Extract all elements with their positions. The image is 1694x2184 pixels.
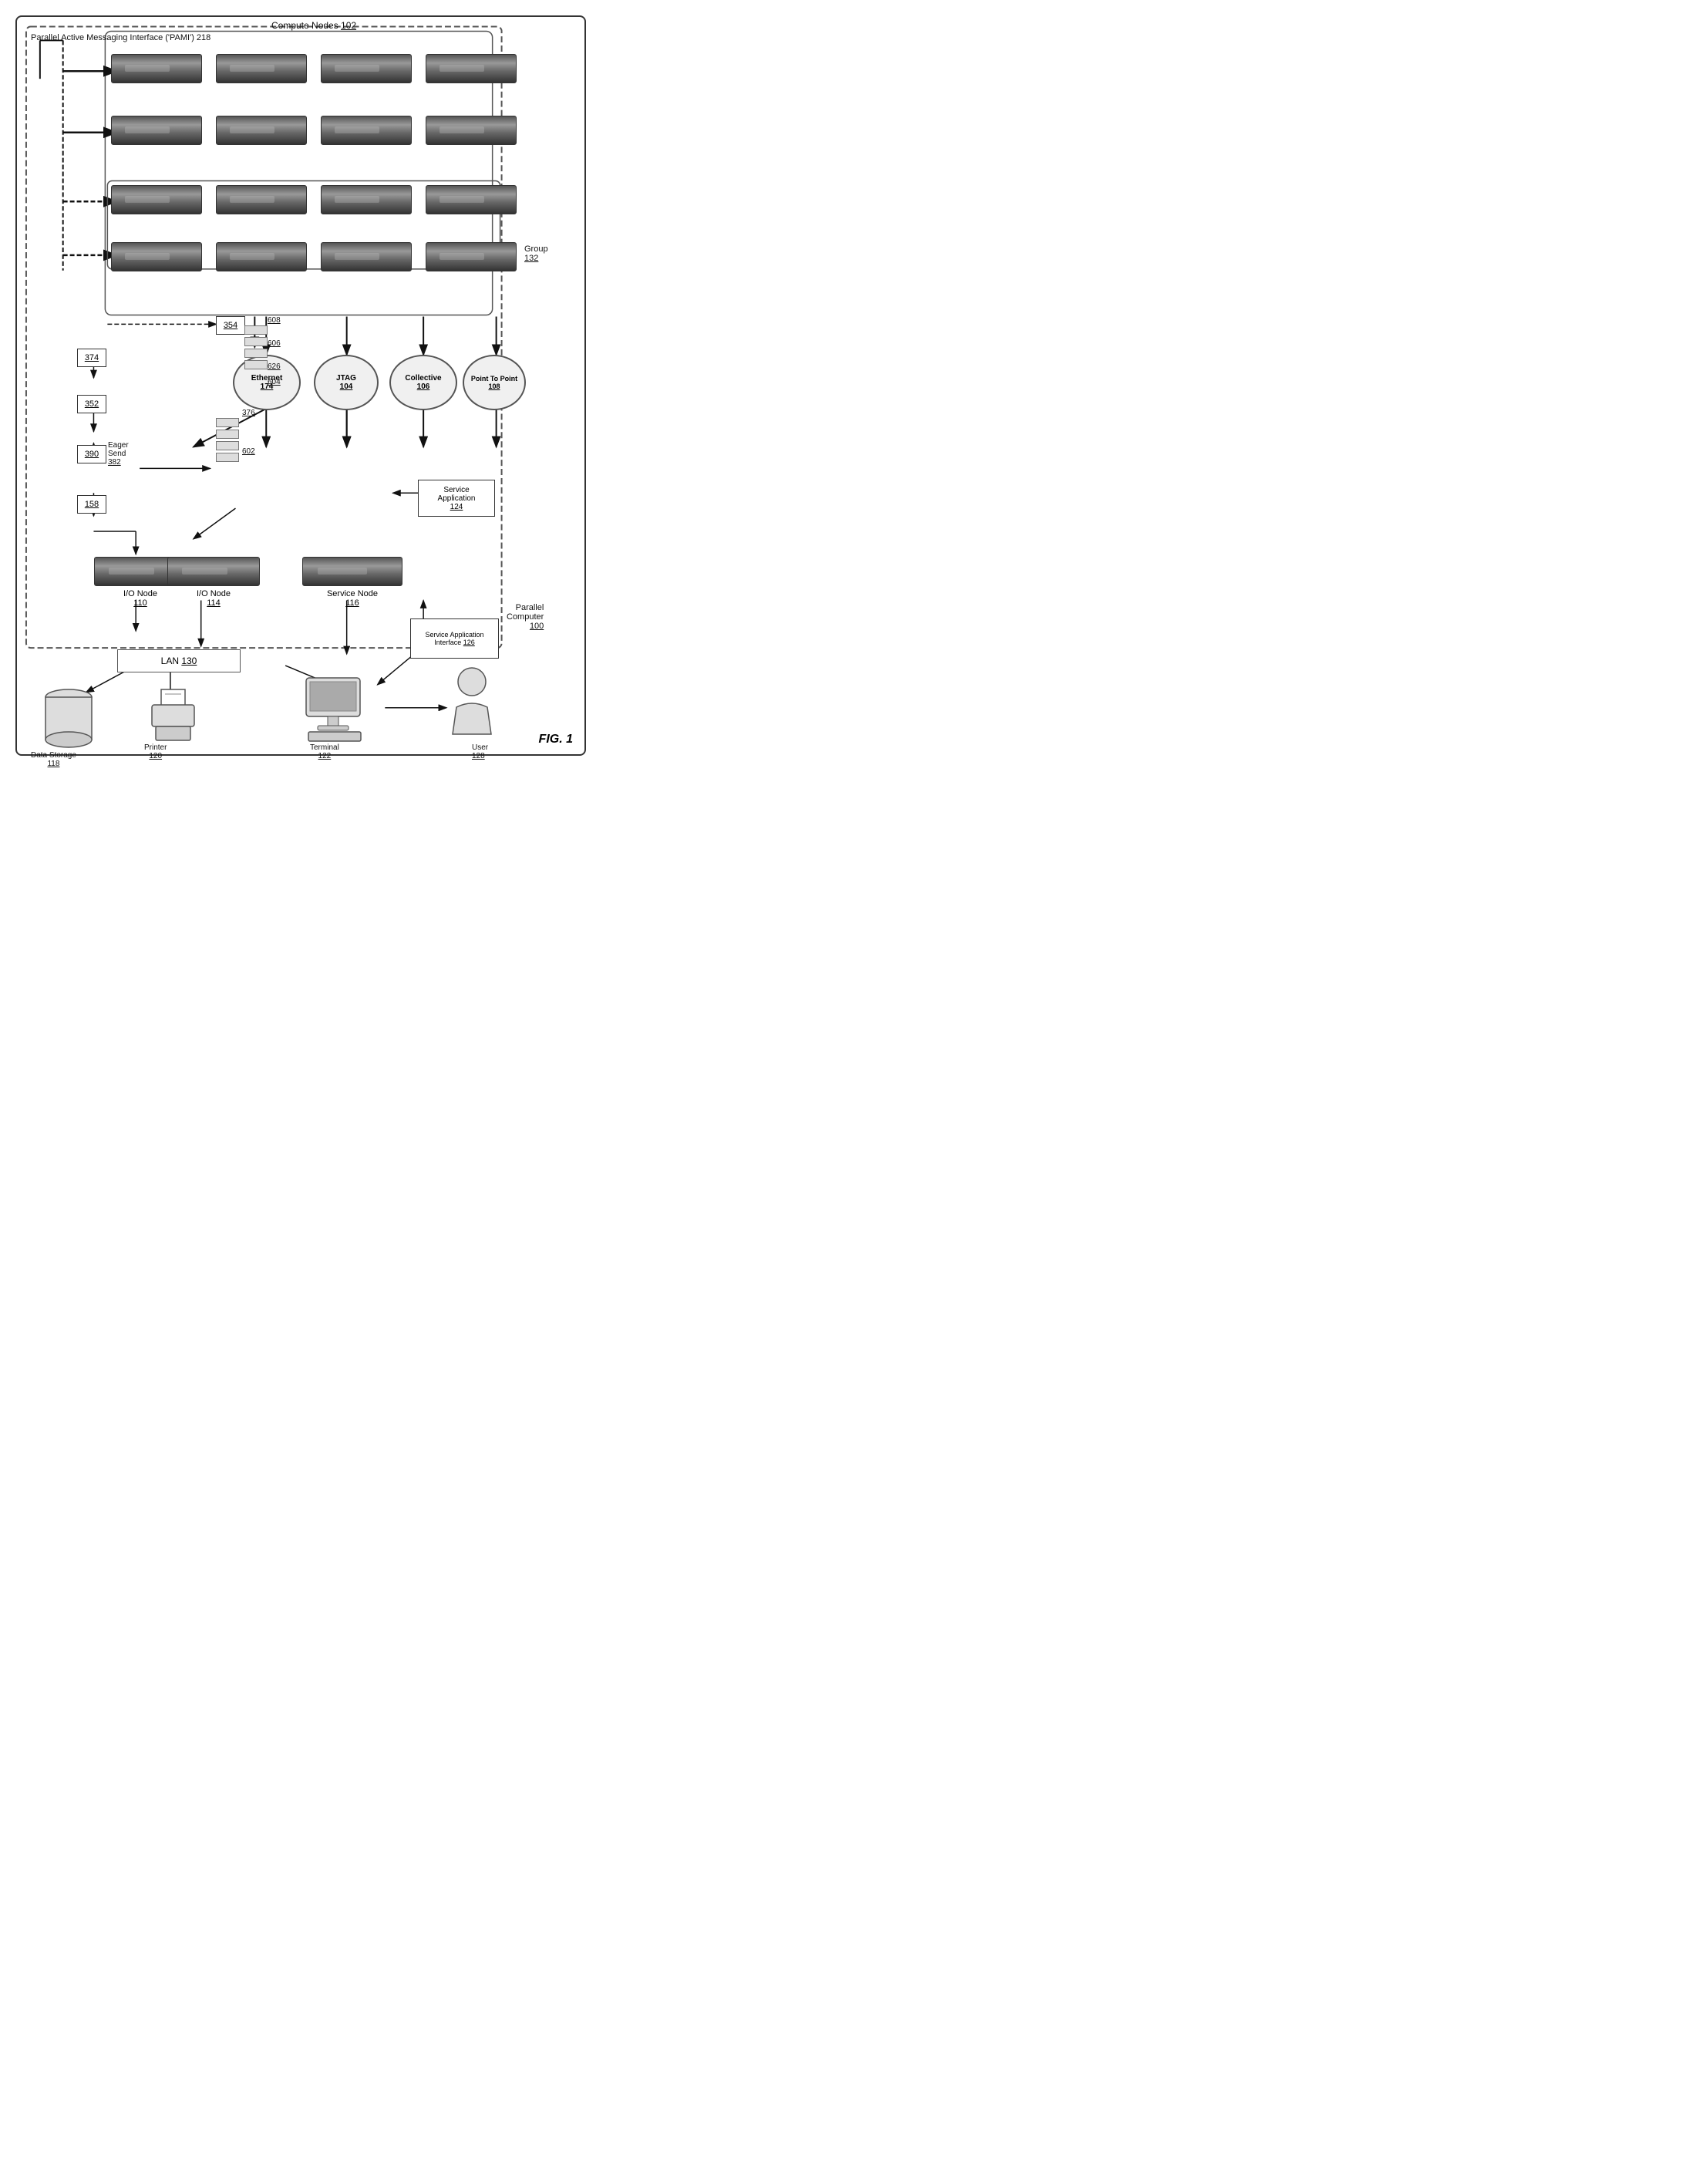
compute-nodes-label: Compute Nodes 102 <box>271 20 356 31</box>
compute-node-r2c3 <box>321 116 412 145</box>
service-app-box: ServiceApplication124 <box>418 480 495 517</box>
stack-608 <box>244 325 268 369</box>
data-storage-label: Data Storage118 <box>31 751 76 768</box>
terminal-icon <box>302 676 372 742</box>
compute-node-r2c4 <box>426 116 517 145</box>
compute-node-r2c1 <box>111 116 202 145</box>
printer-icon <box>144 688 202 742</box>
data-storage-cylinder <box>42 688 96 750</box>
label-602: 602 <box>242 447 255 456</box>
compute-node-r3c2 <box>216 185 307 214</box>
service-node-116-label: Service Node 116 <box>302 589 402 608</box>
compute-node-r1c1 <box>111 54 202 83</box>
label-626: 626 <box>268 362 281 371</box>
group-label: Group132 <box>524 244 548 263</box>
compute-node-r3c1 <box>111 185 202 214</box>
parallel-computer-label: ParallelComputer100 <box>507 603 544 631</box>
compute-node-r2c2 <box>216 116 307 145</box>
compute-node-r4c4 <box>426 242 517 271</box>
label-606: 606 <box>268 339 281 348</box>
io-node-114-server <box>167 557 260 586</box>
service-node-116-server <box>302 557 402 586</box>
label-604: 604 <box>268 378 281 386</box>
stack-376 <box>216 418 239 462</box>
compute-node-r3c3 <box>321 185 412 214</box>
io-node-114-label: I/O Node 114 <box>167 589 260 608</box>
diagram-container: Parallel Active Messaging Interface ('PA… <box>15 15 586 756</box>
collective-cloud: Collective106 <box>389 355 457 410</box>
service-app-interface-box: Service Application Interface 126 <box>410 618 499 659</box>
user-label: User128 <box>472 743 488 760</box>
box-354: 354 <box>216 316 245 335</box>
box-352: 352 <box>77 395 106 413</box>
fig-label: FIG. 1 <box>539 733 573 747</box>
user-icon <box>445 665 499 742</box>
eager-send-label: EagerSend382 <box>108 441 129 467</box>
compute-node-r3c4 <box>426 185 517 214</box>
box-390: 390 <box>77 445 106 463</box>
compute-node-r4c1 <box>111 242 202 271</box>
compute-node-r4c3 <box>321 242 412 271</box>
compute-node-r4c2 <box>216 242 307 271</box>
compute-node-r1c4 <box>426 54 517 83</box>
lan-box: LAN 130 <box>117 649 241 672</box>
jtag-cloud: JTAG104 <box>314 355 379 410</box>
point-to-point-cloud: Point To Point108 <box>463 355 526 410</box>
label-376: 376 <box>242 409 255 417</box>
label-608: 608 <box>268 316 281 325</box>
compute-node-r1c3 <box>321 54 412 83</box>
box-374: 374 <box>77 349 106 367</box>
printer-label: Printer120 <box>144 743 167 760</box>
pami-label: Parallel Active Messaging Interface ('PA… <box>31 32 210 44</box>
terminal-label: Terminal122 <box>310 743 339 760</box>
compute-node-r1c2 <box>216 54 307 83</box>
box-158: 158 <box>77 495 106 514</box>
